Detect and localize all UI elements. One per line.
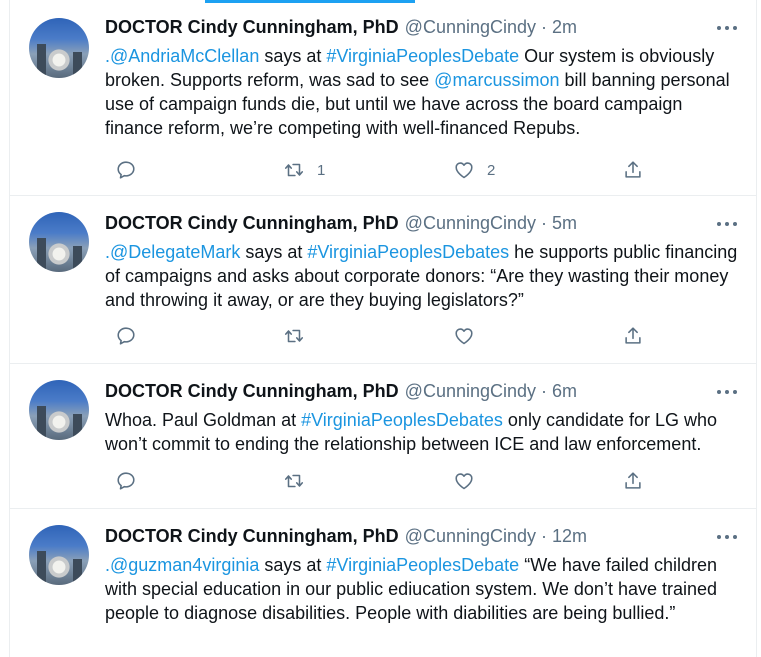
reply-icon [117, 161, 135, 179]
mention-link[interactable]: .@AndriaMcClellan [105, 46, 259, 66]
avatar[interactable] [29, 380, 89, 440]
more-icon[interactable] [717, 216, 737, 232]
timeline: DOCTOR Cindy Cunningham, PhD @CunningCin… [9, 0, 757, 657]
author-handle[interactable]: @CunningCindy [405, 381, 536, 402]
mention-link[interactable]: .@guzman4virginia [105, 555, 259, 575]
retweet-icon [284, 163, 304, 177]
share-icon [625, 161, 641, 178]
avatar[interactable] [29, 18, 89, 78]
retweet-button[interactable] [283, 324, 317, 348]
tweet-actions [105, 469, 665, 493]
reply-button[interactable] [115, 324, 137, 348]
tweet-header: DOCTOR Cindy Cunningham, PhD @CunningCin… [105, 213, 577, 237]
tweet-text: .@DelegateMark says at #VirginiaPeoplesD… [105, 242, 738, 310]
share-button[interactable] [622, 469, 644, 493]
like-icon [455, 328, 473, 345]
retweet-icon [284, 329, 304, 343]
tweet-header: DOCTOR Cindy Cunningham, PhD @CunningCin… [105, 381, 577, 405]
reply-icon [117, 472, 135, 490]
author-handle[interactable]: @CunningCindy [405, 526, 536, 547]
retweet-button[interactable] [283, 469, 317, 493]
mention-link[interactable]: @marcussimon [434, 70, 559, 90]
author-handle[interactable]: @CunningCindy [405, 213, 536, 234]
separator: · [541, 526, 548, 546]
author-name[interactable]: DOCTOR Cindy Cunningham, PhD [105, 381, 399, 402]
tweet[interactable]: DOCTOR Cindy Cunningham, PhD @CunningCin… [10, 364, 756, 509]
timestamp[interactable]: 2m [552, 17, 577, 38]
tweet[interactable]: DOCTOR Cindy Cunningham, PhD @CunningCin… [10, 196, 756, 364]
mention-link[interactable]: .@DelegateMark [105, 242, 240, 262]
share-icon [625, 472, 641, 489]
avatar[interactable] [29, 212, 89, 272]
share-button[interactable] [622, 158, 644, 182]
share-button[interactable] [622, 324, 644, 348]
hashtag-link[interactable]: #VirginiaPeoplesDebate [326, 555, 519, 575]
retweet-button[interactable]: 1 [283, 158, 325, 182]
more-icon[interactable] [717, 384, 737, 400]
retweet-count: 1 [317, 161, 326, 179]
hashtag-link[interactable]: #VirginiaPeoplesDebate [326, 46, 519, 66]
tweet-actions [105, 324, 665, 348]
share-icon [625, 327, 641, 344]
retweet-icon [284, 474, 304, 488]
more-icon[interactable] [717, 529, 737, 545]
author-name[interactable]: DOCTOR Cindy Cunningham, PhD [105, 213, 399, 234]
tweet-header: DOCTOR Cindy Cunningham, PhD @CunningCin… [105, 17, 577, 41]
reply-icon [117, 327, 135, 345]
reply-button[interactable] [115, 469, 137, 493]
like-button[interactable] [453, 469, 487, 493]
more-icon[interactable] [717, 20, 737, 36]
like-button[interactable] [453, 324, 487, 348]
like-count: 2 [487, 161, 496, 179]
tweet[interactable]: DOCTOR Cindy Cunningham, PhD @CunningCin… [10, 0, 756, 196]
like-icon [455, 162, 473, 179]
timestamp[interactable]: 12m [552, 526, 587, 547]
author-handle[interactable]: @CunningCindy [405, 17, 536, 38]
like-icon [455, 473, 473, 490]
author-name[interactable]: DOCTOR Cindy Cunningham, PhD [105, 17, 399, 38]
hashtag-link[interactable]: #VirginiaPeoplesDebates [307, 242, 509, 262]
timestamp[interactable]: 6m [552, 381, 577, 402]
like-button[interactable]: 2 [453, 158, 495, 182]
avatar[interactable] [29, 525, 89, 585]
reply-button[interactable] [115, 158, 137, 182]
tweet-text: Whoa. Paul Goldman at #VirginiaPeoplesDe… [105, 410, 718, 454]
tweet[interactable]: DOCTOR Cindy Cunningham, PhD @CunningCin… [10, 509, 756, 657]
hashtag-link[interactable]: #VirginiaPeoplesDebates [301, 410, 503, 430]
separator: · [541, 213, 548, 233]
separator: · [541, 381, 548, 401]
timestamp[interactable]: 5m [552, 213, 577, 234]
tweet-text: .@AndriaMcClellan says at #VirginiaPeopl… [105, 46, 730, 138]
separator: · [541, 17, 548, 37]
tweet-text: .@guzman4virginia says at #VirginiaPeopl… [105, 555, 718, 623]
tweet-header: DOCTOR Cindy Cunningham, PhD @CunningCin… [105, 526, 587, 550]
tweet-actions: 1 2 [105, 158, 665, 182]
author-name[interactable]: DOCTOR Cindy Cunningham, PhD [105, 526, 399, 547]
